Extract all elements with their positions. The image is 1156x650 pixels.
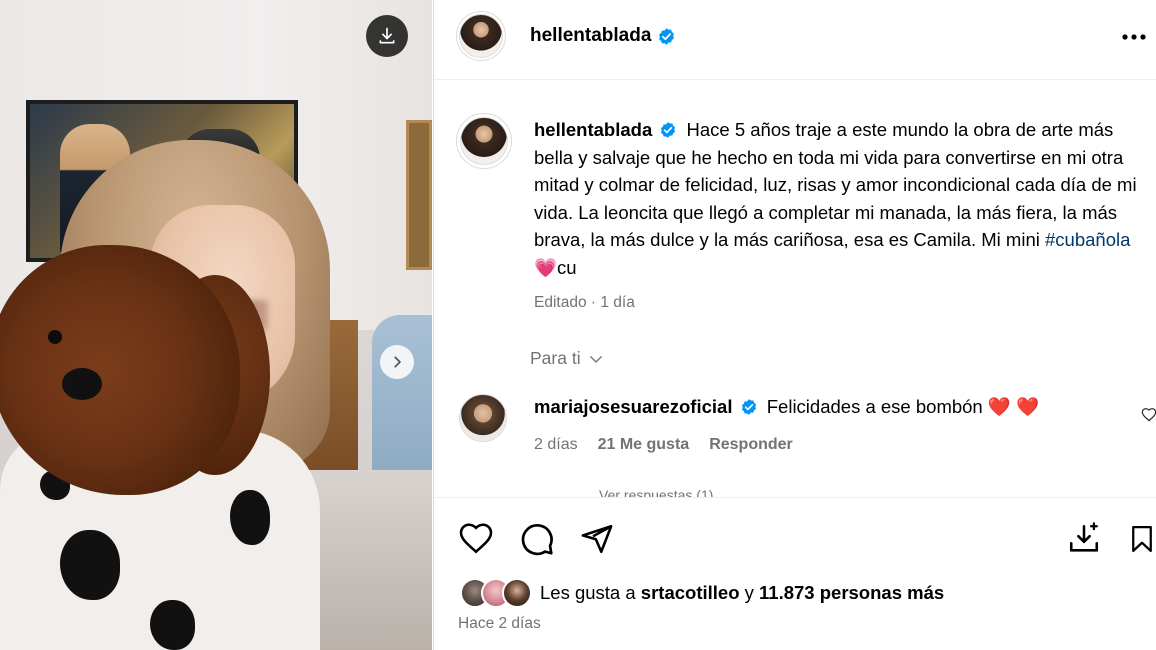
photo-frame [406,120,432,270]
edited-label: Editado · 1 día [534,294,635,311]
commenter-avatar[interactable] [459,394,507,442]
heart-outline-icon [459,523,493,554]
likes-count[interactable]: 11.873 personas más [759,582,944,604]
post-time[interactable]: Hace 2 días [458,615,541,633]
post-actions-bar [434,497,1156,577]
verified-badge-icon [661,121,676,138]
author-avatar[interactable] [459,14,503,58]
like-comment-button[interactable] [1141,405,1156,425]
post-photo[interactable] [0,0,432,650]
verified-badge-icon [741,398,756,415]
share-button[interactable] [577,519,617,559]
caption-emoji: 💗 [534,256,558,278]
comment-hearts: ❤️ ❤️ [987,396,1040,417]
comment-likes[interactable]: 21 Me gusta [598,436,690,454]
photo-chair [372,315,432,490]
likes-conjunction: y [744,582,754,603]
likes-summary: Les gusta a srtacotilleo y 11.873 person… [460,578,944,608]
download-icon [379,27,395,44]
verified-badge-icon [659,27,675,45]
post-details-panel: hellentablada hellentablada Hace 5 años … [433,0,1156,650]
chevron-right-icon [394,356,401,368]
photo-dog [0,245,240,495]
liker-username[interactable]: srtacotilleo [641,582,740,604]
for-you-label: Para ti [530,348,581,368]
liker-avatar[interactable] [502,578,532,608]
like-button[interactable] [456,519,496,559]
photo-dog-nose [62,368,102,400]
photo-dog-eye [48,330,62,344]
comment-actions: 2 días 21 Me gusta Responder [534,436,793,454]
bookmark-button[interactable] [1127,519,1156,559]
more-horizontal-icon [1122,34,1146,40]
comment-author-username[interactable]: mariajosesuarezoficial [534,396,732,417]
download-tray-icon [1069,522,1099,552]
bookmark-icon [1132,526,1152,552]
chevron-down-icon [589,355,602,363]
author-username[interactable]: hellentablada [530,25,651,47]
post-header: hellentablada [434,0,1156,80]
reply-button[interactable]: Responder [709,436,793,454]
hashtag-link[interactable]: #cubañola [1045,229,1130,250]
comment: mariajosesuarezoficial Felicidades a ese… [534,396,1144,419]
caption-author-avatar[interactable] [460,117,508,165]
likes-prefix: Les gusta a [540,582,636,603]
comment-time[interactable]: 2 días [534,436,578,454]
for-you-dropdown[interactable]: Para ti [530,348,605,369]
comment-bubble-icon [521,524,553,556]
caption-author-username[interactable]: hellentablada [534,119,652,140]
heart-outline-icon [1141,408,1156,422]
comment-button[interactable] [517,519,557,559]
caption-tail: cu [557,256,577,278]
save-to-collection-button[interactable] [1064,519,1104,559]
post-caption: hellentablada Hace 5 años traje a este m… [534,116,1156,317]
more-options-button[interactable] [1119,22,1149,52]
paper-plane-icon [581,524,613,554]
download-button[interactable] [366,15,408,57]
view-replies-button[interactable]: Ver respuestas (1) [599,487,713,497]
comment-text: Felicidades a ese bombón [766,396,983,417]
next-image-button[interactable] [380,345,414,379]
